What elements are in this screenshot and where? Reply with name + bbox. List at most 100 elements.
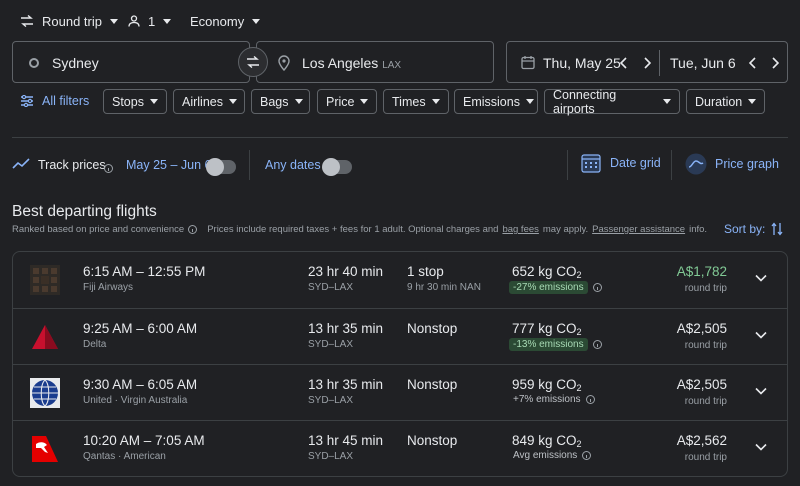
chevron-down-icon: [229, 99, 237, 104]
delta-logo: [32, 325, 58, 349]
flight-duration: 23 hr 40 min: [308, 264, 384, 279]
info-icon[interactable]: [104, 164, 113, 173]
chip-label: Emissions: [463, 94, 520, 109]
flight-route: SYD–LAX: [308, 339, 354, 350]
info-icon[interactable]: [585, 395, 595, 404]
co2-amount: 959 kg CO2: [512, 377, 582, 393]
chevron-down-icon[interactable]: [755, 272, 767, 284]
co2-value: 959 kg CO: [512, 377, 577, 392]
emissions-info: -27% emissions: [509, 281, 602, 294]
all-filters-button[interactable]: All filters: [20, 94, 89, 108]
info-icon[interactable]: [592, 340, 602, 349]
chip-label: Duration: [695, 94, 743, 109]
co2-subscript: 2: [576, 270, 582, 280]
price-note: round trip: [684, 283, 727, 294]
calendar-icon: [521, 56, 535, 70]
flight-price: A$2,562: [676, 433, 727, 448]
airline-name: Fiji Airways: [83, 282, 134, 293]
price-note: round trip: [684, 340, 727, 351]
chip-label: Times: [392, 94, 426, 109]
flight-route: SYD–LAX: [308, 282, 354, 293]
fiji-airways-logo: [30, 265, 60, 295]
destination-field[interactable]: Los Angeles LAX: [256, 41, 494, 83]
info-icon[interactable]: [188, 225, 198, 234]
price-note: round trip: [684, 452, 727, 463]
destination-text: Los Angeles LAX: [302, 55, 401, 71]
bag-fees-link[interactable]: bag fees: [502, 224, 538, 235]
chevron-left-icon[interactable]: [620, 57, 628, 69]
chip-label: Stops: [112, 94, 144, 109]
passengers-select[interactable]: 1: [128, 12, 172, 30]
co2-amount: 777 kg CO2: [512, 321, 582, 337]
swap-arrows-icon: [247, 56, 259, 68]
filter-chip-duration[interactable]: Duration: [686, 89, 765, 114]
flight-row[interactable]: 6:15 AM – 12:55 PM Fiji Airways 23 hr 40…: [13, 252, 787, 308]
info-icon[interactable]: [592, 283, 602, 292]
chevron-down-icon: [432, 99, 440, 104]
layover-info: 9 hr 30 min NAN: [407, 282, 481, 293]
filter-chip-connecting-airports[interactable]: Connecting airports: [544, 87, 680, 116]
chevron-down-icon: [163, 18, 172, 24]
flight-times: 9:30 AM – 6:05 AM: [83, 377, 198, 392]
track-prices-toggle[interactable]: [206, 158, 236, 176]
chevron-down-icon: [252, 18, 261, 24]
airline-name: United · Virgin Australia: [83, 395, 188, 406]
passenger-assistance-link[interactable]: Passenger assistance: [592, 224, 685, 235]
chevron-right-icon[interactable]: [643, 57, 651, 69]
filter-chip-price[interactable]: Price: [317, 89, 377, 114]
disclaimer-text: Prices include required taxes + fees for…: [207, 224, 499, 235]
filter-chip-times[interactable]: Times: [383, 89, 449, 114]
date-field[interactable]: Thu, May 25 Tue, Jun 6: [506, 41, 788, 83]
swap-locations-button[interactable]: [238, 47, 268, 77]
flight-row[interactable]: 9:30 AM – 6:05 AM United · Virgin Austra…: [13, 364, 787, 420]
info-icon[interactable]: [582, 451, 592, 460]
airline-name: Delta: [83, 339, 107, 350]
any-dates-label: Any dates: [265, 158, 321, 172]
origin-field[interactable]: Sydney: [12, 41, 250, 83]
chip-label: Connecting airports: [553, 87, 617, 116]
any-dates-toggle[interactable]: [322, 158, 352, 176]
date-grid-label: Date grid: [610, 156, 661, 170]
price-graph-button[interactable]: Price graph: [685, 153, 779, 175]
co2-subscript: 2: [576, 439, 582, 449]
cabin-select[interactable]: Economy: [190, 12, 261, 30]
co2-subscript: 2: [576, 327, 582, 337]
chevron-down-icon[interactable]: [755, 385, 767, 397]
depart-date[interactable]: Thu, May 25: [543, 55, 621, 71]
destination-code: LAX: [382, 60, 402, 71]
chevron-left-icon[interactable]: [749, 57, 757, 69]
filter-chip-airlines[interactable]: Airlines: [173, 89, 245, 114]
chevron-right-icon[interactable]: [771, 57, 779, 69]
person-icon: [128, 15, 140, 27]
flight-route: SYD–LAX: [308, 451, 354, 462]
results-subheader: Ranked based on price and convenience Pr…: [12, 224, 707, 235]
disclaimer-mid: may apply.: [542, 224, 589, 235]
co2-value: 777 kg CO: [512, 321, 577, 336]
filter-chip-bags[interactable]: Bags: [251, 89, 310, 114]
date-grid-button[interactable]: Date grid: [581, 153, 661, 173]
flight-times: 9:25 AM – 6:00 AM: [83, 321, 198, 336]
emissions-text: Avg emissions: [513, 450, 578, 461]
trip-type-select[interactable]: Round trip: [20, 12, 118, 30]
chevron-down-icon: [150, 99, 158, 104]
chevron-down-icon: [294, 99, 303, 104]
sort-by-button[interactable]: Sort by:: [724, 222, 783, 236]
qantas-logo: [32, 436, 58, 462]
return-date[interactable]: Tue, Jun 6: [670, 55, 736, 71]
filter-chip-stops[interactable]: Stops: [103, 89, 167, 114]
co2-value: 652 kg CO: [512, 264, 577, 279]
flight-row[interactable]: 10:20 AM – 7:05 AM Qantas · American 13 …: [13, 420, 787, 476]
chevron-down-icon[interactable]: [755, 441, 767, 453]
tune-icon: [21, 95, 33, 107]
view-divider: [567, 150, 568, 180]
chevron-down-icon[interactable]: [755, 329, 767, 341]
section-divider: [12, 137, 788, 138]
airline-name: Qantas · American: [83, 451, 166, 462]
flight-stops: Nonstop: [407, 433, 458, 448]
trip-type-label: Round trip: [42, 13, 102, 29]
flight-row[interactable]: 9:25 AM – 6:00 AM Delta 13 hr 35 min SYD…: [13, 308, 787, 364]
filter-chip-emissions[interactable]: Emissions: [454, 89, 538, 114]
swap-arrows-icon: [21, 15, 33, 27]
co2-amount: 849 kg CO2: [512, 433, 582, 449]
date-divider: [659, 50, 660, 76]
